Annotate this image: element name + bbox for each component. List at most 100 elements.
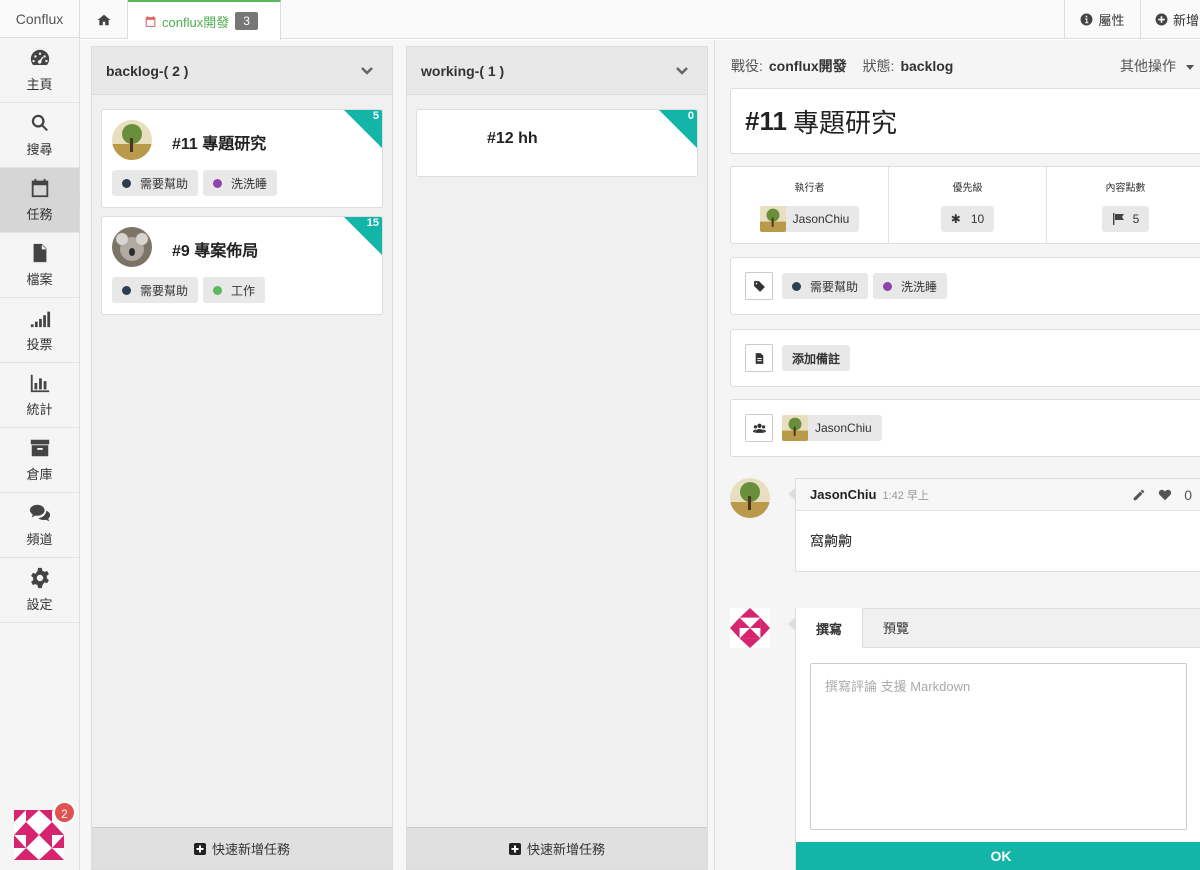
- editor-tabs: 撰寫 預覽: [796, 608, 1200, 648]
- avatar: [782, 415, 808, 441]
- commenter-avatar[interactable]: [730, 478, 770, 518]
- column-header[interactable]: working-( 1 ): [407, 47, 707, 95]
- sidebar-item-label: 搜尋: [26, 142, 53, 157]
- file-text-icon: [745, 344, 773, 372]
- sidebar-item-settings[interactable]: 設定: [0, 558, 79, 623]
- assignee-cell: 執行者 JasonChiu: [731, 167, 889, 243]
- current-user-avatar: [730, 608, 770, 648]
- tag[interactable]: 工作: [203, 277, 266, 303]
- tag[interactable]: 需要幫助: [112, 170, 199, 196]
- other-actions-dropdown[interactable]: 其他操作: [1120, 56, 1200, 76]
- tag-dot-icon: [213, 285, 223, 295]
- chevron-down-icon[interactable]: [360, 64, 374, 78]
- like-count: 0: [1184, 486, 1192, 503]
- notification-badge[interactable]: 2: [53, 801, 76, 824]
- home-icon: [97, 14, 110, 25]
- tab-preview[interactable]: 預覽: [863, 608, 929, 647]
- task-meta-panel: 執行者 JasonChiu 優先級 ✱ 10 內容點數 5: [730, 166, 1200, 244]
- info-icon: [1081, 13, 1093, 26]
- user-avatar[interactable]: 2: [14, 801, 76, 860]
- sidebar-item-stats[interactable]: 統計: [0, 363, 79, 428]
- task-card[interactable]: #9 專案佈局 15 需要幫助 工作: [101, 216, 383, 315]
- tag-icon[interactable]: [745, 272, 773, 300]
- chevron-down-icon[interactable]: [675, 64, 689, 78]
- project-label: 戰役:: [731, 58, 763, 74]
- priority-value: 10: [970, 212, 985, 226]
- tag-dot-icon: [792, 281, 801, 291]
- gear-icon: [30, 567, 49, 589]
- sidebar-item-files[interactable]: 檔案: [0, 233, 79, 298]
- comment-input[interactable]: [810, 663, 1187, 830]
- sidebar-item-tasks[interactable]: 任務: [0, 168, 86, 233]
- comment-header: JasonChiu 1:42 早上 0: [796, 479, 1200, 511]
- members-panel: JasonChiu: [730, 399, 1200, 457]
- quick-add-task-button[interactable]: 快速新增任務: [407, 827, 707, 869]
- sidebar-item-votes[interactable]: 投票: [0, 298, 79, 363]
- comment-author[interactable]: JasonChiu: [810, 487, 876, 502]
- card-title: #11 專題研究: [172, 136, 267, 153]
- calendar-icon: [145, 15, 156, 27]
- sidebar-item-label: 任務: [26, 207, 53, 222]
- tab-project[interactable]: conflux開發 3: [128, 0, 281, 40]
- home-button[interactable]: [80, 0, 128, 39]
- avatar: [112, 227, 152, 267]
- assignee-name: JasonChiu: [792, 212, 850, 226]
- heart-icon[interactable]: [1158, 488, 1172, 502]
- task-breadcrumb: 戰役: conflux開發 狀態: backlog: [731, 56, 965, 76]
- priority-label: 優先級: [952, 183, 983, 194]
- task-number: #11: [745, 105, 787, 136]
- file-icon: [33, 243, 46, 263]
- bar-chart-icon: [30, 374, 49, 393]
- brand-logo[interactable]: Conflux: [0, 0, 79, 38]
- sidebar-item-home[interactable]: 主頁: [0, 38, 79, 103]
- notes-panel: 添加備註: [730, 329, 1200, 387]
- task-title: 專題研究: [792, 108, 897, 138]
- card-title: #9 專案佈局: [172, 243, 259, 260]
- project-value[interactable]: conflux開發: [769, 58, 847, 74]
- tag-label: 洗洗睡: [901, 279, 938, 294]
- task-card[interactable]: #12 hh 0: [416, 109, 698, 177]
- search-icon: [31, 114, 48, 132]
- asterisk-icon: ✱: [950, 212, 961, 226]
- new-button[interactable]: 新增: [1140, 0, 1200, 39]
- tab-write[interactable]: 撰寫: [796, 608, 864, 648]
- status-value[interactable]: backlog: [900, 58, 953, 74]
- sidebar-item-label: 統計: [26, 402, 53, 417]
- tag[interactable]: 需要幫助: [782, 273, 869, 299]
- sidebar-item-channels[interactable]: 頻道: [0, 493, 79, 558]
- pencil-icon[interactable]: [1132, 488, 1146, 502]
- users-icon[interactable]: [745, 414, 773, 442]
- tag-label: 需要幫助: [140, 176, 189, 191]
- dashboard-icon: [30, 49, 49, 65]
- tag-label: 需要幫助: [810, 279, 859, 294]
- points-chip[interactable]: 5: [1101, 206, 1150, 232]
- tag[interactable]: 洗洗睡: [203, 170, 278, 196]
- card-tags: 需要幫助 工作: [112, 277, 266, 303]
- quick-add-task-button[interactable]: 快速新增任務: [92, 827, 392, 869]
- priority-chip[interactable]: ✱ 10: [940, 206, 995, 232]
- tag[interactable]: 需要幫助: [112, 277, 199, 303]
- tags-panel: 需要幫助 洗洗睡: [730, 257, 1200, 315]
- add-note-button[interactable]: 添加備註: [782, 345, 851, 371]
- member-chip[interactable]: JasonChiu: [782, 415, 882, 441]
- sidebar-item-repo[interactable]: 倉庫: [0, 428, 79, 493]
- kanban-board: backlog-( 2 ) #11 專題研究 5 需要幫助 洗洗睡 #9 專案佈…: [80, 40, 714, 870]
- quick-add-label: 快速新增任務: [526, 842, 605, 857]
- task-card[interactable]: #11 專題研究 5 需要幫助 洗洗睡: [101, 109, 383, 208]
- points-label: 內容點數: [1105, 183, 1146, 194]
- assignee-chip[interactable]: JasonChiu: [759, 206, 860, 232]
- sidebar-item-search[interactable]: 搜尋: [0, 103, 79, 168]
- tag-label: 工作: [231, 283, 256, 298]
- tab-project-label: conflux開發: [162, 14, 230, 30]
- column-backlog: backlog-( 2 ) #11 專題研究 5 需要幫助 洗洗睡 #9 專案佈…: [91, 46, 393, 870]
- column-header[interactable]: backlog-( 2 ): [92, 47, 392, 95]
- properties-button[interactable]: 屬性: [1064, 0, 1140, 39]
- tag-label: 洗洗睡: [231, 176, 268, 191]
- column-working: working-( 1 ) #12 hh 0 快速新增任務: [406, 46, 708, 870]
- koala-photo-avatar: [112, 227, 152, 267]
- task-title-panel[interactable]: #11 專題研究: [730, 88, 1200, 154]
- submit-comment-button[interactable]: OK: [796, 842, 1200, 870]
- tag[interactable]: 洗洗睡: [873, 273, 948, 299]
- new-label: 新增: [1173, 13, 1200, 28]
- plus-circle-icon: [1155, 13, 1168, 26]
